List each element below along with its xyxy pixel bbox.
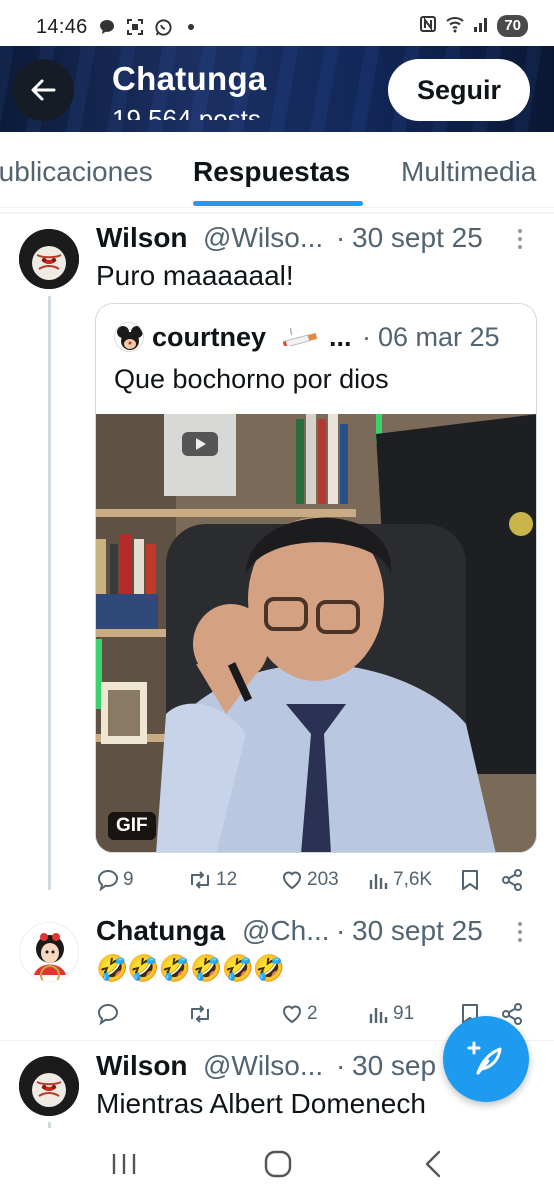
cigarette-icon <box>283 327 318 346</box>
status-time: 14:46 <box>36 16 88 38</box>
recent-apps-icon <box>112 1154 136 1174</box>
quoted-text: Que bochorno por dios <box>114 364 389 394</box>
status-bar: 14:46 70 <box>0 0 554 52</box>
volleyball-avatar-icon <box>19 229 79 289</box>
reply-button[interactable]: 9 <box>96 868 134 892</box>
views-button[interactable]: 7,6K <box>368 868 432 892</box>
chat-bubble-icon <box>96 16 118 38</box>
separator-dot: · <box>336 915 346 946</box>
mouse-avatar-icon <box>115 323 143 351</box>
author-handle[interactable]: @Wilso... <box>203 1050 323 1082</box>
author-name[interactable]: Chatunga <box>96 915 225 947</box>
reply-icon <box>97 1003 119 1026</box>
reply-count: 9 <box>123 869 134 890</box>
quoted-tweet[interactable]: courtney ... · 06 mar 25 Que bochorno po… <box>95 303 537 853</box>
views-count: 91 <box>393 1003 415 1024</box>
share-icon <box>502 869 522 891</box>
tab-respuestas[interactable]: Respuestas <box>193 156 350 188</box>
back-nav-button[interactable] <box>403 1146 463 1182</box>
signal-icon <box>473 15 489 37</box>
author-name[interactable]: Wilson <box>96 1050 188 1082</box>
tweet-date[interactable]: 30 sept 25 <box>352 222 483 254</box>
more-options-icon[interactable] <box>516 228 524 256</box>
quoted-name-ellipsis: ... <box>329 322 352 352</box>
like-count: 2 <box>307 1003 318 1024</box>
share-button[interactable] <box>500 868 524 892</box>
volleyball-avatar-icon <box>19 1056 79 1116</box>
tweet-text: Mientras Albert Domenech <box>96 1088 426 1119</box>
system-status: 70 <box>419 15 528 37</box>
compose-feather-icon <box>467 1041 502 1075</box>
avatar[interactable] <box>19 229 79 289</box>
dot-icon <box>180 16 202 38</box>
separator-dot: · <box>362 322 371 352</box>
whatsapp-icon <box>152 16 174 38</box>
heart-icon <box>282 871 302 890</box>
separator-dot: · <box>336 222 346 253</box>
thread-line <box>48 296 51 890</box>
active-tab-indicator <box>193 201 363 206</box>
reply-icon <box>97 869 119 892</box>
author-handle[interactable]: @Ch... <box>242 915 330 947</box>
quoted-avatar <box>114 322 144 352</box>
battery-indicator: 70 <box>497 15 528 37</box>
tweet-date[interactable]: 30 sep <box>352 1050 436 1082</box>
system-nav-bar <box>0 1128 554 1200</box>
views-button[interactable]: 91 <box>368 1002 414 1026</box>
repost-icon <box>191 1005 209 1023</box>
quoted-author-name: courtney <box>152 322 267 352</box>
gif-illustration <box>96 414 536 852</box>
author-handle[interactable]: @Wilso... <box>203 222 323 254</box>
post-count: 19.564 posts <box>112 104 261 120</box>
follow-button[interactable]: Seguir <box>388 59 530 121</box>
tweet-text: 🤣🤣🤣🤣🤣🤣 <box>96 953 285 983</box>
recent-apps-button[interactable] <box>94 1146 154 1182</box>
tweet-text: Puro maaaaaal! <box>96 260 294 291</box>
profile-name: Chatunga <box>112 60 267 97</box>
views-icon <box>369 874 388 889</box>
notification-icons <box>96 16 202 38</box>
screenshot-icon <box>124 16 146 38</box>
divider <box>0 212 554 214</box>
reply-button[interactable] <box>96 1002 123 1026</box>
like-button[interactable]: 203 <box>280 868 339 892</box>
nfc-icon <box>419 15 437 37</box>
repost-button[interactable]: 12 <box>187 868 237 892</box>
author-name[interactable]: Wilson <box>96 222 188 254</box>
avatar[interactable] <box>19 1056 79 1116</box>
quoted-date: 06 mar 25 <box>378 322 500 352</box>
more-options-icon[interactable] <box>516 921 524 949</box>
like-button[interactable]: 2 <box>280 1002 318 1026</box>
repost-count: 12 <box>216 869 238 890</box>
back-button[interactable] <box>12 59 74 121</box>
bookmark-icon <box>462 870 478 890</box>
tweet-date[interactable]: 30 sept 25 <box>352 915 483 947</box>
arrow-left-icon <box>31 79 56 101</box>
heart-icon <box>282 1005 302 1024</box>
repost-icon <box>191 871 209 889</box>
profile-tabs: Publicaciones Respuestas Multimedia <box>0 132 554 208</box>
views-count: 7,6K <box>393 869 433 890</box>
repost-button[interactable] <box>187 1002 216 1026</box>
cartoon-avatar-icon <box>20 923 78 981</box>
home-button[interactable] <box>248 1146 308 1182</box>
tab-multimedia[interactable]: Multimedia <box>401 156 536 188</box>
home-icon <box>264 1150 292 1178</box>
avatar[interactable] <box>19 922 79 982</box>
tab-publicaciones[interactable]: Publicaciones <box>0 156 153 188</box>
compose-button[interactable] <box>443 1016 529 1102</box>
gif-badge: GIF <box>108 812 156 840</box>
separator-dot: · <box>336 1050 346 1081</box>
chevron-left-icon <box>425 1150 441 1178</box>
views-icon <box>369 1008 388 1023</box>
profile-header: Chatunga 19.564 posts Seguir <box>0 46 554 132</box>
bookmark-button[interactable] <box>459 868 481 892</box>
gif-media[interactable]: GIF <box>96 414 536 852</box>
like-count: 203 <box>307 869 339 890</box>
wifi-icon <box>445 15 465 37</box>
